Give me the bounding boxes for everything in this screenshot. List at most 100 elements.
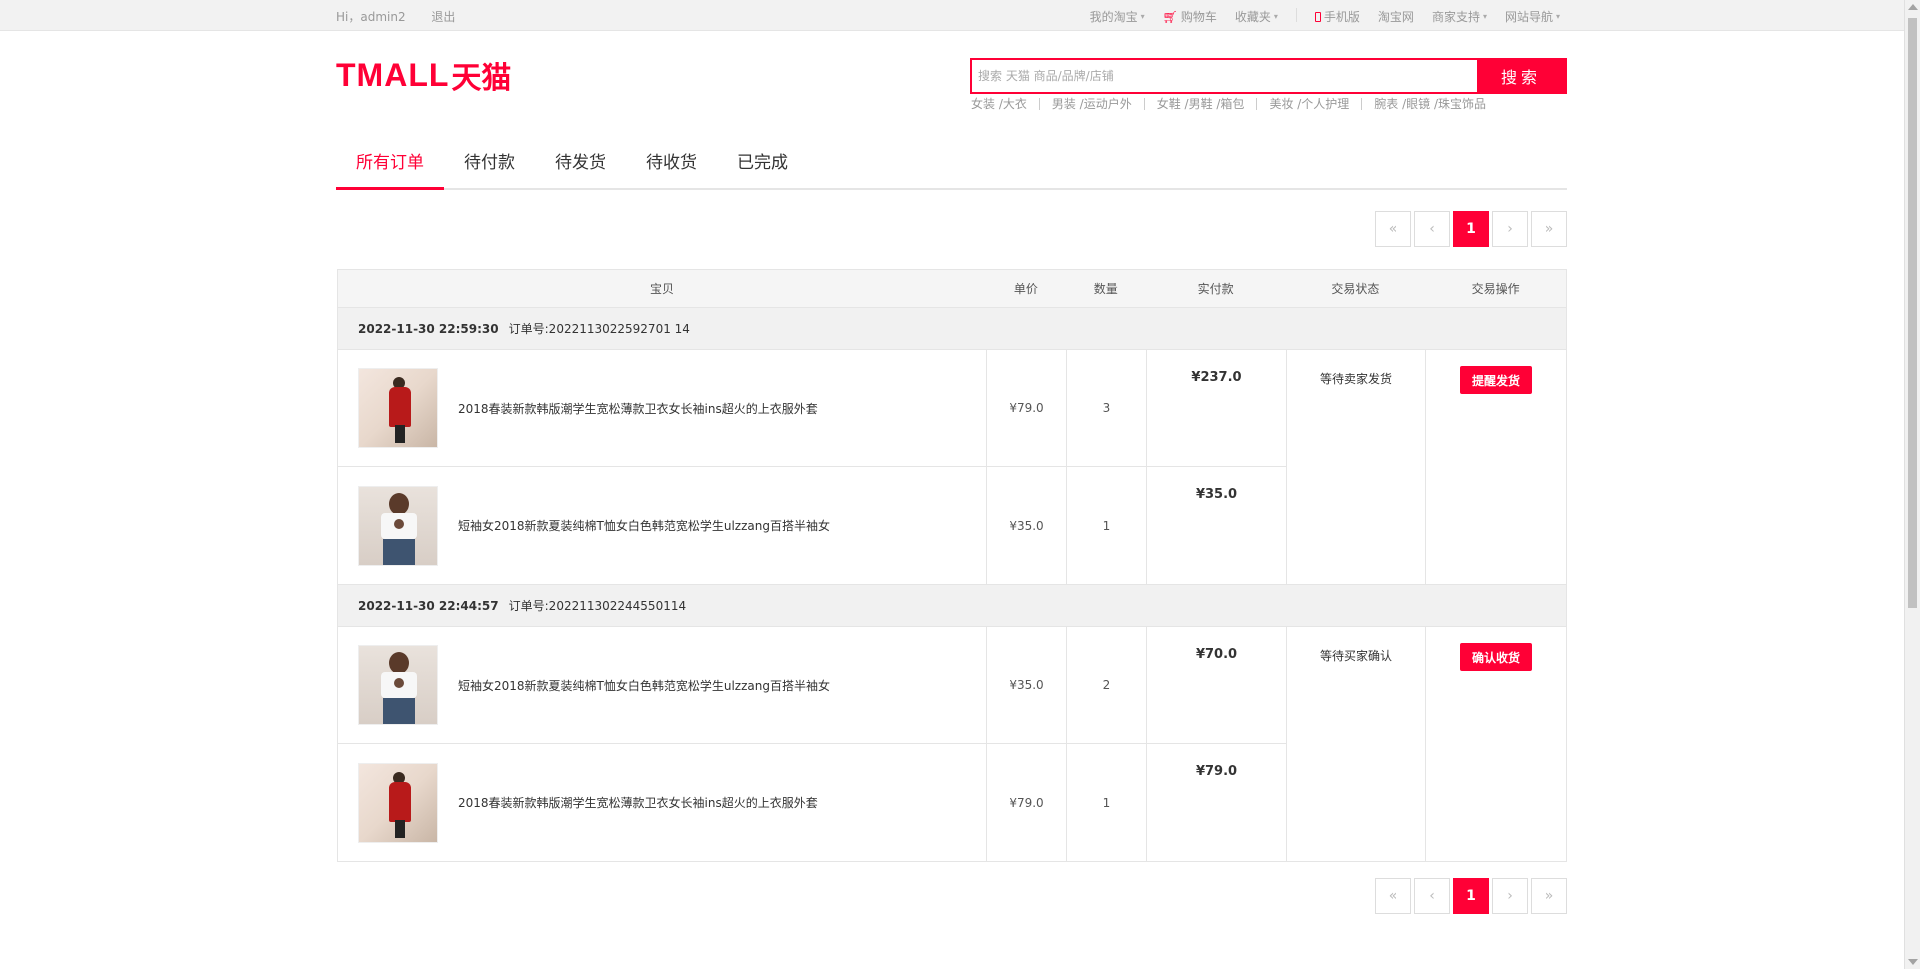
chevron-down-icon: ▾ bbox=[1140, 12, 1145, 21]
my-taobao-link[interactable]: 我的淘宝 ▾ bbox=[1090, 8, 1145, 25]
mobile-label: 手机版 bbox=[1323, 10, 1360, 24]
mobile-link[interactable]: 手机版 bbox=[1314, 8, 1360, 25]
site-nav-link[interactable]: 网站导航 ▾ bbox=[1505, 8, 1560, 25]
product-name[interactable]: 短袖女2018新款夏装纯棉T恤女白色韩范宽松学生ulzzang百搭半袖女 bbox=[458, 517, 830, 534]
phone-icon bbox=[1314, 11, 1321, 22]
scroll-up-icon[interactable] bbox=[1908, 4, 1918, 10]
product-thumbnail[interactable] bbox=[358, 645, 438, 725]
merchant-label: 商家支持 bbox=[1431, 10, 1480, 24]
order-body: 2018春装新款韩版潮学生宽松薄款卫衣女长袖ins超火的上衣服外套 ¥79.0 … bbox=[338, 350, 1566, 585]
favorites-link[interactable]: 收藏夹 ▾ bbox=[1235, 8, 1278, 25]
product-cell: 2018春装新款韩版潮学生宽松薄款卫衣女长袖ins超火的上衣服外套 bbox=[338, 350, 987, 466]
current-page-button[interactable]: 1 bbox=[1453, 878, 1489, 914]
unit-price: ¥79.0 bbox=[987, 350, 1067, 466]
first-page-button[interactable]: « bbox=[1375, 878, 1411, 914]
product-name[interactable]: 2018春装新款韩版潮学生宽松薄款卫衣女长袖ins超火的上衣服外套 bbox=[458, 794, 818, 811]
scroll-down-icon[interactable] bbox=[1908, 959, 1918, 965]
tab-completed[interactable]: 已完成 bbox=[717, 146, 808, 190]
favorites-label: 收藏夹 bbox=[1234, 10, 1271, 24]
order-tabs: 所有订单 待付款 待发货 待收货 已完成 bbox=[336, 146, 1567, 190]
product-thumbnail[interactable] bbox=[358, 762, 438, 843]
paid-amount: ¥237.0 bbox=[1147, 350, 1287, 466]
quantity: 2 bbox=[1067, 627, 1147, 743]
logo-cn: 天猫 bbox=[451, 61, 512, 96]
paid-amount: ¥70.0 bbox=[1147, 627, 1287, 743]
hotword-link[interactable]: 腕表 /眼镜 /珠宝饰品 bbox=[1361, 98, 1498, 110]
table-header: 宝贝 单价 数量 实付款 交易状态 交易操作 bbox=[338, 270, 1566, 308]
unit-price: ¥35.0 bbox=[987, 627, 1067, 743]
search-input[interactable] bbox=[972, 60, 1477, 92]
remind-shipment-button[interactable]: 提醒发货 bbox=[1459, 366, 1532, 394]
tab-all-orders[interactable]: 所有订单 bbox=[336, 146, 444, 190]
tab-pending-receipt[interactable]: 待收货 bbox=[626, 146, 717, 190]
last-page-button[interactable]: » bbox=[1531, 211, 1567, 247]
scrollbar-thumb[interactable] bbox=[1908, 18, 1917, 608]
pagination-bottom: « ‹ 1 › » bbox=[1375, 878, 1567, 914]
order-time: 2022-11-30 22:44:57 bbox=[358, 598, 499, 613]
product-thumbnail[interactable] bbox=[358, 368, 438, 448]
order-number: 订单号:2022113022592701 14 bbox=[508, 322, 690, 336]
product-thumbnail[interactable] bbox=[358, 485, 438, 566]
logout-link[interactable]: 退出 bbox=[431, 10, 455, 24]
top-links: 我的淘宝 ▾ 🛒︎ 购物车 收藏夹 ▾ 手机版 淘宝网 商家支持 ▾ 网站导航 ▾ bbox=[1090, 8, 1560, 25]
prev-page-button[interactable]: ‹ bbox=[1414, 878, 1450, 914]
order-header: 2022-11-30 22:44:57 订单号:2022113022445501… bbox=[338, 585, 1566, 627]
taobao-link[interactable]: 淘宝网 bbox=[1378, 8, 1414, 25]
quantity: 1 bbox=[1067, 467, 1147, 584]
search-bar: 搜索 bbox=[970, 58, 1567, 94]
quantity: 3 bbox=[1067, 350, 1147, 466]
col-header-price: 单价 bbox=[1013, 282, 1038, 296]
trade-status: 等待卖家发货 bbox=[1287, 350, 1426, 584]
col-header-action: 交易操作 bbox=[1471, 282, 1520, 296]
unit-price: ¥79.0 bbox=[987, 744, 1067, 861]
col-header-qty: 数量 bbox=[1093, 282, 1118, 296]
merchant-support-link[interactable]: 商家支持 ▾ bbox=[1432, 8, 1487, 25]
cart-label: 购物车 bbox=[1180, 10, 1217, 24]
greeting-text: Hi，admin2 bbox=[336, 10, 406, 24]
site-nav-label: 网站导航 bbox=[1504, 10, 1553, 24]
order-items: 2018春装新款韩版潮学生宽松薄款卫衣女长袖ins超火的上衣服外套 ¥79.0 … bbox=[338, 350, 1287, 584]
chevron-down-icon: ▾ bbox=[1482, 12, 1487, 21]
chevron-down-icon: ▾ bbox=[1555, 12, 1560, 21]
next-page-button[interactable]: › bbox=[1492, 211, 1528, 247]
current-page-button[interactable]: 1 bbox=[1453, 211, 1489, 247]
action-cell: 提醒发货 bbox=[1426, 350, 1566, 584]
order-number: 订单号:202211302244550114 bbox=[508, 599, 687, 613]
first-page-button[interactable]: « bbox=[1375, 211, 1411, 247]
hotword-link[interactable]: 女鞋 /男鞋 /箱包 bbox=[1143, 98, 1257, 110]
table-row: 2018春装新款韩版潮学生宽松薄款卫衣女长袖ins超火的上衣服外套 ¥79.0 … bbox=[338, 350, 1287, 467]
product-name[interactable]: 2018春装新款韩版潮学生宽松薄款卫衣女长袖ins超火的上衣服外套 bbox=[458, 400, 818, 417]
product-cell: 2018春装新款韩版潮学生宽松薄款卫衣女长袖ins超火的上衣服外套 bbox=[338, 744, 987, 861]
order-body: 短袖女2018新款夏装纯棉T恤女白色韩范宽松学生ulzzang百搭半袖女 ¥35… bbox=[338, 627, 1566, 861]
paid-amount: ¥35.0 bbox=[1147, 467, 1287, 584]
table-row: 短袖女2018新款夏装纯棉T恤女白色韩范宽松学生ulzzang百搭半袖女 ¥35… bbox=[338, 467, 1287, 584]
order-header: 2022-11-30 22:59:30 订单号:2022113022592701… bbox=[338, 308, 1566, 350]
next-page-button[interactable]: › bbox=[1492, 878, 1528, 914]
product-cell: 短袖女2018新款夏装纯棉T恤女白色韩范宽松学生ulzzang百搭半袖女 bbox=[338, 627, 987, 743]
product-name[interactable]: 短袖女2018新款夏装纯棉T恤女白色韩范宽松学生ulzzang百搭半袖女 bbox=[458, 677, 830, 694]
search-button[interactable]: 搜索 bbox=[1477, 60, 1565, 92]
product-cell: 短袖女2018新款夏装纯棉T恤女白色韩范宽松学生ulzzang百搭半袖女 bbox=[338, 467, 987, 584]
prev-page-button[interactable]: ‹ bbox=[1414, 211, 1450, 247]
last-page-button[interactable]: » bbox=[1531, 878, 1567, 914]
hotword-link[interactable]: 男装 /运动户外 bbox=[1038, 98, 1144, 110]
orders-table: 宝贝 单价 数量 实付款 交易状态 交易操作 2022-11-30 22:59:… bbox=[337, 269, 1567, 862]
unit-price: ¥35.0 bbox=[987, 467, 1067, 584]
hotword-link[interactable]: 美妆 /个人护理 bbox=[1256, 98, 1361, 110]
user-greeting-area: Hi，admin2 退出 bbox=[336, 8, 477, 25]
col-header-item: 宝贝 bbox=[649, 282, 674, 296]
tab-pending-payment[interactable]: 待付款 bbox=[444, 146, 535, 190]
col-header-status: 交易状态 bbox=[1331, 282, 1380, 296]
tmall-logo[interactable]: TMALL 天猫 bbox=[336, 57, 516, 97]
tab-pending-shipment[interactable]: 待发货 bbox=[535, 146, 626, 190]
order-items: 短袖女2018新款夏装纯棉T恤女白色韩范宽松学生ulzzang百搭半袖女 ¥35… bbox=[338, 627, 1287, 861]
top-bar: Hi，admin2 退出 我的淘宝 ▾ 🛒︎ 购物车 收藏夹 ▾ 手机版 淘宝网 商家… bbox=[0, 0, 1904, 31]
hotword-link[interactable]: 女装 /大衣 bbox=[971, 98, 1039, 110]
vertical-scrollbar[interactable] bbox=[1904, 0, 1920, 969]
table-row: 2018春装新款韩版潮学生宽松薄款卫衣女长袖ins超火的上衣服外套 ¥79.0 … bbox=[338, 744, 1287, 861]
taobao-label: 淘宝网 bbox=[1377, 10, 1414, 24]
cart-link[interactable]: 🛒︎ 购物车 bbox=[1163, 8, 1217, 25]
my-taobao-label: 我的淘宝 bbox=[1089, 10, 1138, 24]
confirm-receipt-button[interactable]: 确认收货 bbox=[1459, 643, 1532, 671]
divider bbox=[1295, 8, 1297, 22]
